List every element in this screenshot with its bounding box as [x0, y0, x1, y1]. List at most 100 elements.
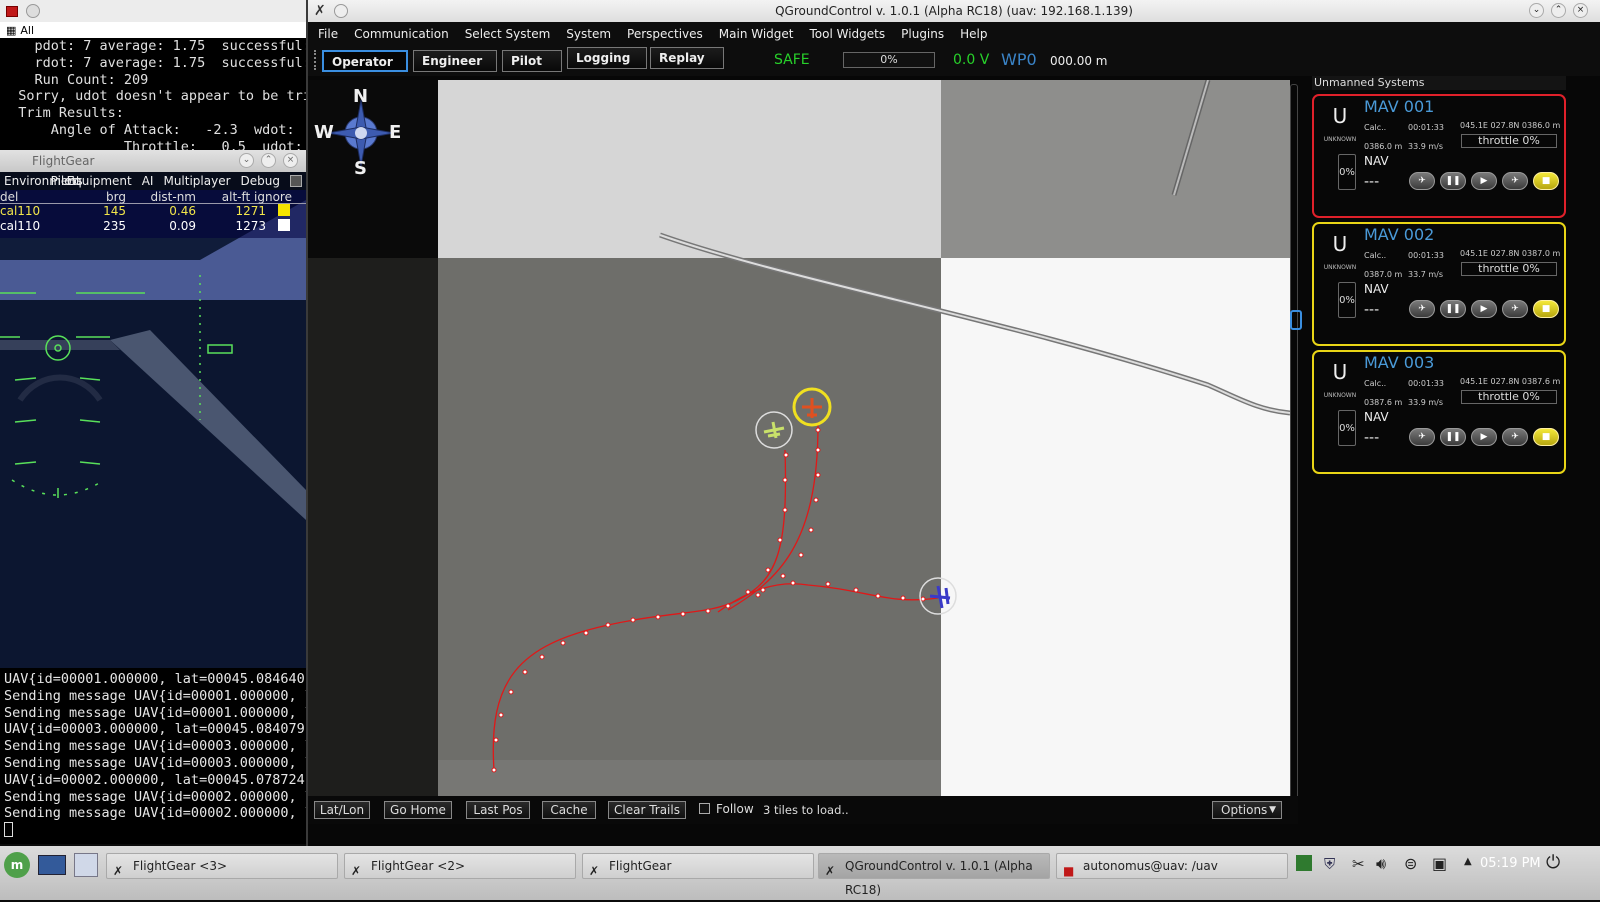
- terminal-line: rdot: 7 average: 1.75 successful:: [2, 54, 311, 71]
- map-view[interactable]: N S E W: [308, 80, 1290, 796]
- menu-item-equipment[interactable]: Equipment: [67, 174, 132, 188]
- mav-name[interactable]: MAV 003: [1364, 353, 1434, 372]
- menu-item-multiplayer[interactable]: Multiplayer: [163, 174, 230, 188]
- file-manager-icon[interactable]: [74, 853, 98, 877]
- map-scrollbar[interactable]: [1290, 84, 1298, 820]
- perspective-engineer-button[interactable]: Engineer: [413, 50, 497, 72]
- follow-checkbox[interactable]: [699, 803, 710, 814]
- land-icon[interactable]: ✈: [1502, 172, 1528, 190]
- clock[interactable]: 05:19 PM: [1480, 856, 1541, 871]
- menu-select-system[interactable]: Select System: [465, 27, 551, 41]
- play-icon[interactable]: ▶: [1471, 428, 1497, 446]
- flightgear-titlebar[interactable]: FlightGear ⌄ ⌃ ×: [0, 150, 306, 172]
- table-row[interactable]: cal110 235 0.09 1273: [0, 219, 306, 234]
- terminal-tab[interactable]: All: [20, 24, 34, 37]
- last-pos-button[interactable]: Last Pos: [466, 801, 530, 819]
- menu-tool-widgets[interactable]: Tool Widgets: [810, 27, 886, 41]
- system-type-letter: U: [1332, 360, 1348, 384]
- pause-icon[interactable]: ❚❚: [1440, 172, 1466, 190]
- taskbar-item-flightgear-2[interactable]: ✗ FlightGear <2>: [344, 853, 576, 879]
- terminal-line: Sending message UAV{id=00003.000000, l: [4, 738, 306, 755]
- window-menu-button[interactable]: [334, 4, 348, 18]
- menu-item-ai[interactable]: AI: [142, 174, 154, 188]
- perspective-operator-button[interactable]: Operator: [322, 50, 408, 72]
- traffic-table-header: del brg dist-nm alt-ft ignore: [0, 190, 306, 204]
- menu-plugins[interactable]: Plugins: [901, 27, 944, 41]
- battery-indicator: 0%: [1338, 282, 1356, 318]
- wifi-icon[interactable]: ⊜: [1404, 854, 1417, 873]
- taskbar-item-terminal[interactable]: ■ autonomus@uav: /uav: [1056, 853, 1288, 879]
- cache-button[interactable]: Cache: [542, 801, 596, 819]
- menu-checkbox[interactable]: [290, 175, 302, 187]
- follow-label: Follow: [716, 802, 754, 816]
- replay-button[interactable]: Replay: [650, 47, 724, 69]
- ignore-checkbox[interactable]: [278, 219, 290, 231]
- volume-icon[interactable]: 🔊︎: [1376, 854, 1386, 874]
- network-icon[interactable]: ✂: [1352, 855, 1365, 873]
- go-home-button[interactable]: Go Home: [384, 801, 452, 819]
- play-icon[interactable]: ▶: [1471, 172, 1497, 190]
- menu-item-debug[interactable]: Debug: [241, 174, 280, 188]
- window-menu-button[interactable]: [26, 4, 40, 18]
- bearing: 145: [103, 204, 126, 218]
- taskbar-item-label: FlightGear <3>: [133, 859, 228, 873]
- maximize-icon[interactable]: ⌃: [261, 153, 276, 168]
- close-icon[interactable]: ×: [1573, 3, 1588, 18]
- taskbar-item-qgroundcontrol[interactable]: ✗ QGroundControl v. 1.0.1 (Alpha RC18): [818, 853, 1050, 897]
- battery-indicator: 0%: [1338, 154, 1356, 190]
- stop-icon[interactable]: ■: [1533, 300, 1559, 318]
- takeoff-icon[interactable]: ✈: [1409, 428, 1435, 446]
- options-dropdown[interactable]: Options ▼: [1212, 801, 1282, 819]
- clear-trails-button[interactable]: Clear Trails: [608, 801, 686, 819]
- start-menu-icon[interactable]: m: [4, 852, 30, 878]
- land-icon[interactable]: ✈: [1502, 428, 1528, 446]
- menu-main-widget[interactable]: Main Widget: [719, 27, 794, 41]
- menu-file[interactable]: File: [318, 27, 338, 41]
- qgc-titlebar[interactable]: ✗ QGroundControl v. 1.0.1 (Alpha RC18) (…: [308, 0, 1600, 22]
- toolbar-handle[interactable]: [314, 50, 318, 70]
- maximize-icon[interactable]: ⌃: [1551, 3, 1566, 18]
- pause-icon[interactable]: ❚❚: [1440, 300, 1466, 318]
- position-readout: 045.1E 027.8N 0386.0 m: [1460, 121, 1561, 130]
- minimize-icon[interactable]: ⌄: [239, 153, 254, 168]
- qgc-toolbar: Operator Engineer Pilot Logging Replay S…: [308, 46, 1600, 76]
- terminal-line: Angle of Attack: -2.3 wdot:: [2, 121, 295, 138]
- power-icon[interactable]: ▣: [1432, 854, 1447, 873]
- tiles-status: 3 tiles to load..: [763, 803, 849, 817]
- terminal-titlebar[interactable]: [0, 0, 306, 22]
- menu-help[interactable]: Help: [960, 27, 987, 41]
- menu-perspectives[interactable]: Perspectives: [627, 27, 703, 41]
- minimize-icon[interactable]: ⌄: [1529, 3, 1544, 18]
- mav-card-001[interactable]: U UNKNOWN 0% MAV 001 Calc.. 00:01:33 045…: [1312, 94, 1566, 218]
- show-desktop-icon[interactable]: [38, 855, 66, 875]
- mav-card-002[interactable]: U UNKNOWN 0% MAV 002 Calc.. 00:01:33 045…: [1312, 222, 1566, 346]
- land-icon[interactable]: ✈: [1502, 300, 1528, 318]
- splitter-handle[interactable]: [1290, 310, 1302, 330]
- mav-card-003[interactable]: U UNKNOWN 0% MAV 003 Calc.. 00:01:33 045…: [1312, 350, 1566, 474]
- taskbar-item-flightgear-3[interactable]: ✗ FlightGear <3>: [106, 853, 338, 879]
- map-canvas[interactable]: [308, 80, 1290, 796]
- menu-communication[interactable]: Communication: [354, 27, 449, 41]
- taskbar-item-flightgear[interactable]: ✗ FlightGear: [582, 853, 814, 879]
- takeoff-icon[interactable]: ✈: [1409, 172, 1435, 190]
- pause-icon[interactable]: ❚❚: [1440, 428, 1466, 446]
- stop-icon[interactable]: ■: [1533, 172, 1559, 190]
- perspective-pilot-button[interactable]: Pilot: [502, 50, 562, 72]
- takeoff-icon[interactable]: ✈: [1409, 300, 1435, 318]
- logging-button[interactable]: Logging: [567, 47, 647, 69]
- qgc-title: QGroundControl v. 1.0.1 (Alpha RC18) (ua…: [775, 4, 1133, 18]
- update-icon[interactable]: [1296, 855, 1312, 871]
- play-icon[interactable]: ▶: [1471, 300, 1497, 318]
- table-row[interactable]: cal110 145 0.46 1271: [0, 204, 306, 219]
- chevron-up-icon[interactable]: ▲: [1464, 856, 1472, 867]
- shield-icon[interactable]: ⛨: [1324, 855, 1335, 873]
- terminal-line: Sending message UAV{id=00003.000000, l: [4, 754, 306, 771]
- mav-name[interactable]: MAV 002: [1364, 225, 1434, 244]
- lat-lon-button[interactable]: Lat/Lon: [314, 801, 370, 819]
- ignore-checkbox[interactable]: [278, 204, 290, 216]
- mav-name[interactable]: MAV 001: [1364, 97, 1434, 116]
- stop-icon[interactable]: ■: [1533, 428, 1559, 446]
- menu-system[interactable]: System: [566, 27, 611, 41]
- exit-icon[interactable]: ⏻: [1546, 852, 1560, 873]
- close-icon[interactable]: ×: [283, 153, 298, 168]
